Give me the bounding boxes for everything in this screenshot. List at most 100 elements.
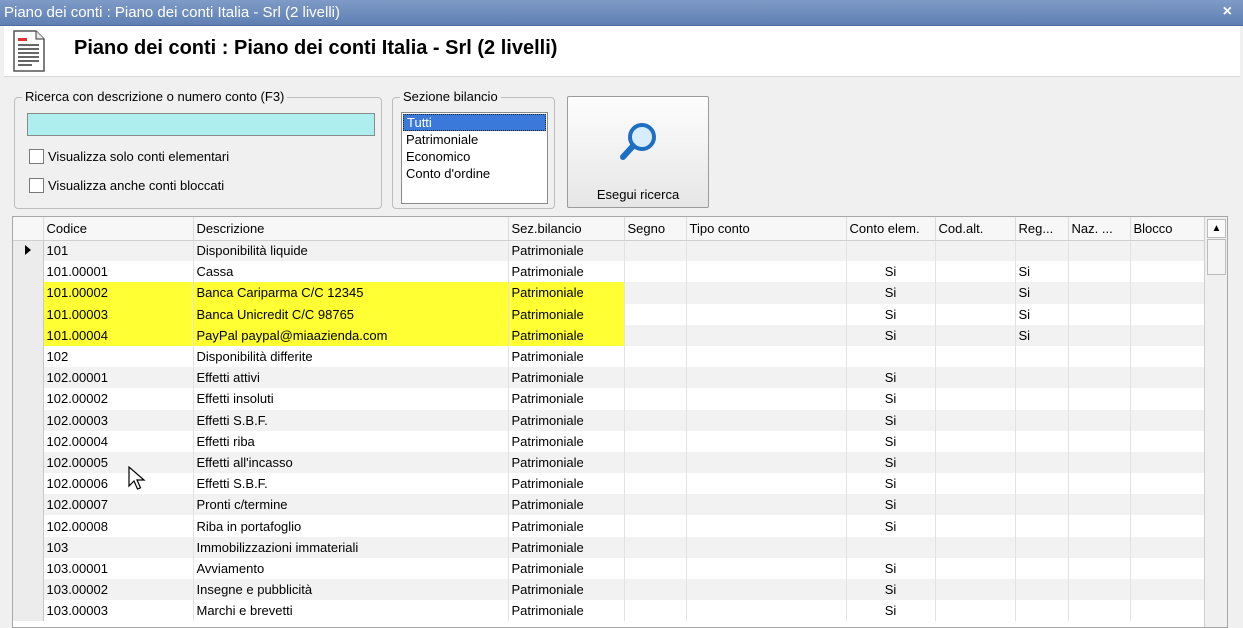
cell-conto-elem[interactable] [846, 345, 936, 368]
cell-tipo-conto[interactable] [686, 494, 847, 516]
cell-naz[interactable] [1068, 515, 1131, 537]
cell-sez-bilancio[interactable]: Patrimoniale [508, 345, 625, 368]
cell-descrizione[interactable]: Insegne e pubblicità [193, 579, 509, 601]
table-row[interactable]: 101.00004 PayPal paypal@miaazienda.com Pat… [13, 324, 1205, 346]
cell-segno[interactable] [624, 515, 687, 537]
column-header-descrizione[interactable]: Descrizione [193, 217, 509, 241]
cell-sez-bilancio[interactable]: Patrimoniale [508, 367, 625, 389]
cell-codice[interactable]: 103.00001 [43, 557, 194, 579]
cell-conto-elem[interactable]: Si [846, 282, 936, 304]
cell-blocco[interactable] [1130, 515, 1205, 537]
cell-descrizione[interactable]: Effetti insoluti [193, 388, 509, 410]
table-row[interactable]: 101.00003 Banca Unicredit C/C 98765 Patrim… [13, 303, 1205, 325]
cell-sez-bilancio[interactable]: Patrimoniale [508, 515, 625, 537]
cell-codice[interactable]: 103.00003 [43, 600, 194, 622]
cell-cod-alt[interactable] [935, 367, 1016, 389]
cell-sez-bilancio[interactable]: Patrimoniale [508, 388, 625, 410]
cell-segno[interactable] [624, 557, 687, 579]
cell-naz[interactable] [1068, 388, 1131, 410]
cell-sez-bilancio[interactable]: Patrimoniale [508, 473, 625, 495]
cell-blocco[interactable] [1130, 409, 1205, 431]
cell-conto-elem[interactable]: Si [846, 600, 936, 622]
cell-reg[interactable] [1015, 240, 1069, 262]
cell-codice[interactable]: 102.00007 [43, 494, 194, 516]
cell-cod-alt[interactable] [935, 536, 1016, 558]
cell-sez-bilancio[interactable]: Patrimoniale [508, 494, 625, 516]
sezione-option-conto-ordine[interactable]: Conto d'ordine [403, 165, 546, 182]
table-row[interactable]: 102.00001 Effetti attivi Patrimoniale Si [13, 367, 1205, 389]
cell-blocco[interactable] [1130, 536, 1205, 558]
column-header-segno[interactable]: Segno [624, 217, 687, 241]
cell-conto-elem[interactable]: Si [846, 430, 936, 452]
cell-descrizione[interactable]: Disponibilità liquide [193, 240, 509, 262]
table-row[interactable]: 102.00004 Effetti riba Patrimoniale Si [13, 430, 1205, 452]
table-row[interactable]: 102.00002 Effetti insoluti Patrimoniale Si [13, 388, 1205, 410]
cell-reg[interactable] [1015, 388, 1069, 410]
cell-cod-alt[interactable] [935, 303, 1016, 325]
cell-conto-elem[interactable]: Si [846, 303, 936, 325]
esegui-ricerca-button[interactable]: Esegui ricerca [567, 96, 709, 208]
cell-tipo-conto[interactable] [686, 600, 847, 622]
accounts-grid[interactable]: Codice Descrizione Sez.bilancio Segno Ti… [12, 216, 1228, 628]
cell-blocco[interactable] [1130, 579, 1205, 601]
cell-codice[interactable]: 102.00002 [43, 388, 194, 410]
column-header-cod-alt[interactable]: Cod.alt. [935, 217, 1016, 241]
cell-reg[interactable] [1015, 345, 1069, 368]
cell-tipo-conto[interactable] [686, 515, 847, 537]
cell-naz[interactable] [1068, 451, 1131, 474]
cell-conto-elem[interactable]: Si [846, 324, 936, 346]
row-selector[interactable] [13, 579, 44, 601]
cell-codice[interactable]: 101.00004 [43, 324, 194, 346]
table-row[interactable]: 103.00001 Avviamento Patrimoniale Si [13, 557, 1205, 579]
cell-cod-alt[interactable] [935, 430, 1016, 452]
row-selector[interactable] [13, 388, 44, 410]
cell-sez-bilancio[interactable]: Patrimoniale [508, 430, 625, 452]
cell-reg[interactable] [1015, 600, 1069, 622]
cell-tipo-conto[interactable] [686, 261, 847, 283]
cell-segno[interactable] [624, 579, 687, 601]
cell-naz[interactable] [1068, 409, 1131, 431]
cell-descrizione[interactable]: Effetti riba [193, 430, 509, 452]
window-titlebar[interactable]: Piano dei conti : Piano dei conti Italia… [0, 0, 1243, 26]
cell-reg[interactable] [1015, 579, 1069, 601]
cell-sez-bilancio[interactable]: Patrimoniale [508, 409, 625, 431]
cell-reg[interactable]: Si [1015, 261, 1069, 283]
sezione-option-tutti[interactable]: Tutti [403, 114, 546, 131]
cell-tipo-conto[interactable] [686, 473, 847, 495]
cell-segno[interactable] [624, 324, 687, 346]
cell-reg[interactable] [1015, 536, 1069, 558]
table-row[interactable]: 103.00002 Insegne e pubblicità Patrimonial… [13, 579, 1205, 601]
cell-conto-elem[interactable]: Si [846, 494, 936, 516]
cell-segno[interactable] [624, 409, 687, 431]
search-input[interactable] [27, 113, 375, 136]
cell-cod-alt[interactable] [935, 515, 1016, 537]
cell-codice[interactable]: 102.00005 [43, 451, 194, 474]
cell-cod-alt[interactable] [935, 473, 1016, 495]
cell-conto-elem[interactable]: Si [846, 451, 936, 474]
row-selector[interactable] [13, 324, 44, 346]
cell-conto-elem[interactable] [846, 240, 936, 262]
cell-descrizione[interactable]: Banca Unicredit C/C 98765 [193, 303, 509, 325]
cell-blocco[interactable] [1130, 494, 1205, 516]
cell-codice[interactable]: 102.00003 [43, 409, 194, 431]
cell-descrizione[interactable]: PayPal paypal@miaazienda.com [193, 324, 509, 346]
cell-tipo-conto[interactable] [686, 345, 847, 368]
cell-naz[interactable] [1068, 494, 1131, 516]
cell-blocco[interactable] [1130, 324, 1205, 346]
row-selector[interactable] [13, 240, 44, 262]
cell-codice[interactable]: 102.00001 [43, 367, 194, 389]
cell-descrizione[interactable]: Avviamento [193, 557, 509, 579]
cell-reg[interactable] [1015, 367, 1069, 389]
table-row[interactable]: 101 Disponibilità liquide Patrimoniale [13, 240, 1205, 262]
cell-sez-bilancio[interactable]: Patrimoniale [508, 579, 625, 601]
cell-conto-elem[interactable]: Si [846, 388, 936, 410]
cell-sez-bilancio[interactable]: Patrimoniale [508, 261, 625, 283]
cell-segno[interactable] [624, 494, 687, 516]
vertical-scrollbar[interactable]: ▲ [1204, 217, 1227, 627]
sezione-listbox[interactable]: Tutti Patrimoniale Economico Conto d'ord… [401, 112, 548, 204]
cell-sez-bilancio[interactable]: Patrimoniale [508, 451, 625, 474]
cell-blocco[interactable] [1130, 451, 1205, 474]
cell-descrizione[interactable]: Effetti attivi [193, 367, 509, 389]
cell-cod-alt[interactable] [935, 494, 1016, 516]
cell-naz[interactable] [1068, 579, 1131, 601]
